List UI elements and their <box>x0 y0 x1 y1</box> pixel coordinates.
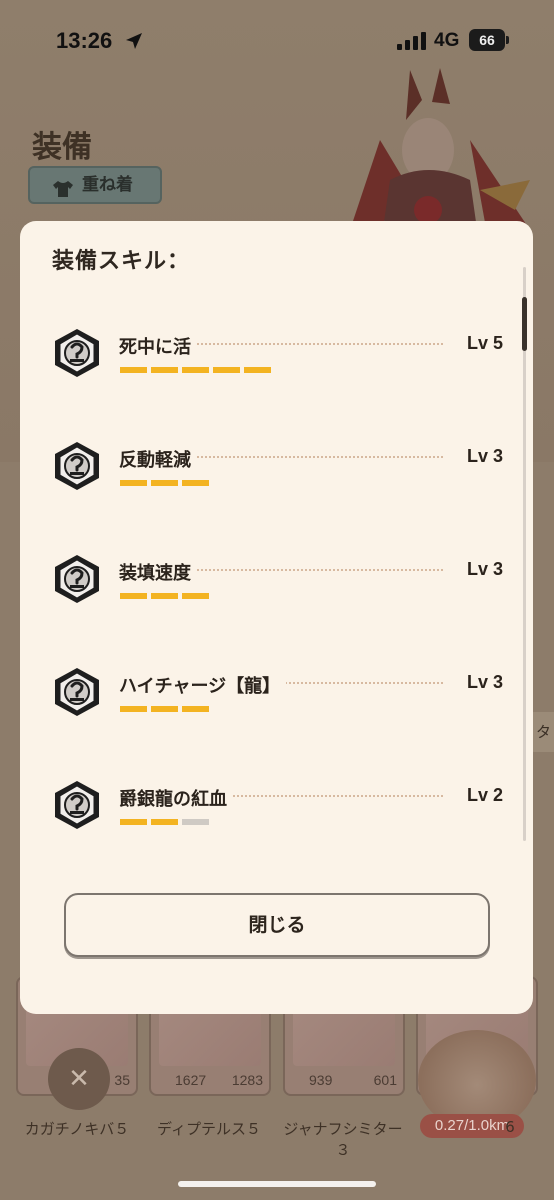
skill-bar-filled <box>182 593 209 599</box>
battery-icon: 66 <box>469 29 509 51</box>
skill-level: Lv 3 <box>460 559 503 580</box>
skill-level: Lv 5 <box>460 333 503 354</box>
skill-name: ハイチャージ【龍】 <box>119 672 287 698</box>
skill-row[interactable]: 爵銀龍の紅血 Lv 2 <box>20 757 533 847</box>
skill-level: Lv 2 <box>460 785 503 806</box>
skill-bar-filled <box>151 593 178 599</box>
skill-bar-filled <box>120 367 147 373</box>
skill-bar-filled <box>182 367 209 373</box>
weapon-stat: 601 <box>373 1072 397 1088</box>
skill-bar-filled <box>182 706 209 712</box>
weapon-stat: 939 <box>309 1072 333 1088</box>
skill-hex-icon <box>52 779 102 831</box>
skill-bar-filled <box>120 706 147 712</box>
skill-bar-filled <box>120 593 147 599</box>
skill-bar-filled <box>213 367 240 373</box>
close-icon[interactable]: ✕ <box>48 1048 110 1110</box>
skill-name: 爵銀龍の紅血 <box>119 785 233 811</box>
skill-bar-filled <box>120 480 147 486</box>
scrollbar-thumb[interactable] <box>522 297 527 351</box>
skill-level: Lv 3 <box>460 672 503 693</box>
layered-armor-label: 重ね着 <box>82 175 133 195</box>
weapon-stat: 35 <box>114 1072 130 1088</box>
skill-name: 反動軽減 <box>119 446 197 472</box>
close-button[interactable]: 閉じる <box>64 893 490 957</box>
skill-bar-filled <box>120 819 147 825</box>
skill-row[interactable]: ハイチャージ【龍】 Lv 3 <box>20 644 533 734</box>
skill-bar-filled <box>151 706 178 712</box>
weapon-name: ジャナフシミター３ <box>283 1120 403 1159</box>
network-label: 4G <box>434 30 460 51</box>
skill-name: 死中に活 <box>119 333 197 359</box>
shirt-icon <box>52 176 74 197</box>
skill-bar-filled <box>182 480 209 486</box>
skill-row[interactable]: 装填速度 Lv 3 <box>20 531 533 621</box>
skill-name: 装填速度 <box>119 559 197 585</box>
skill-bar-filled <box>151 819 178 825</box>
page-title: 装備 <box>32 130 92 165</box>
scrollbar-track[interactable] <box>523 267 526 841</box>
skill-bar-filled <box>244 367 271 373</box>
skill-row[interactable]: 死中に活 Lv 5 <box>20 305 533 395</box>
skill-list[interactable]: 死中に活 Lv 5 反動軽減 Lv 3 装填速度 Lv 3 ハイチャージ【龍】 … <box>20 291 533 891</box>
weapon-name: ディプテルス５ <box>157 1120 261 1138</box>
skill-bar-filled <box>151 480 178 486</box>
equipment-skills-modal: 装備スキル： 死中に活 Lv 5 反動軽減 Lv 3 装填速度 Lv 3 ハイチ… <box>20 221 533 1014</box>
modal-title: 装備スキル： <box>52 249 191 274</box>
home-indicator[interactable] <box>178 1181 376 1187</box>
skill-hex-icon <box>52 666 102 718</box>
weapon-stat: 1283 <box>231 1072 263 1088</box>
status-time: 13:26 <box>56 28 113 53</box>
signal-icon <box>397 32 427 50</box>
battery-level: 66 <box>469 29 505 51</box>
skill-hex-icon <box>52 327 102 379</box>
skill-bar-empty <box>182 819 209 825</box>
location-arrow-icon <box>124 31 144 51</box>
skill-hex-icon <box>52 440 102 492</box>
weapon-stat: 1627 <box>175 1072 207 1088</box>
skill-row[interactable]: 反動軽減 Lv 3 <box>20 418 533 508</box>
skill-bar-filled <box>151 367 178 373</box>
skill-level: Lv 3 <box>460 446 503 467</box>
status-bar: 13:26 4G 66 <box>0 0 554 80</box>
weapon-name: 6 <box>505 1118 515 1136</box>
layered-armor-button[interactable]: 重ね着 <box>28 166 162 204</box>
skill-hex-icon <box>52 553 102 605</box>
weapon-name: カガチノキバ５ <box>24 1120 130 1138</box>
